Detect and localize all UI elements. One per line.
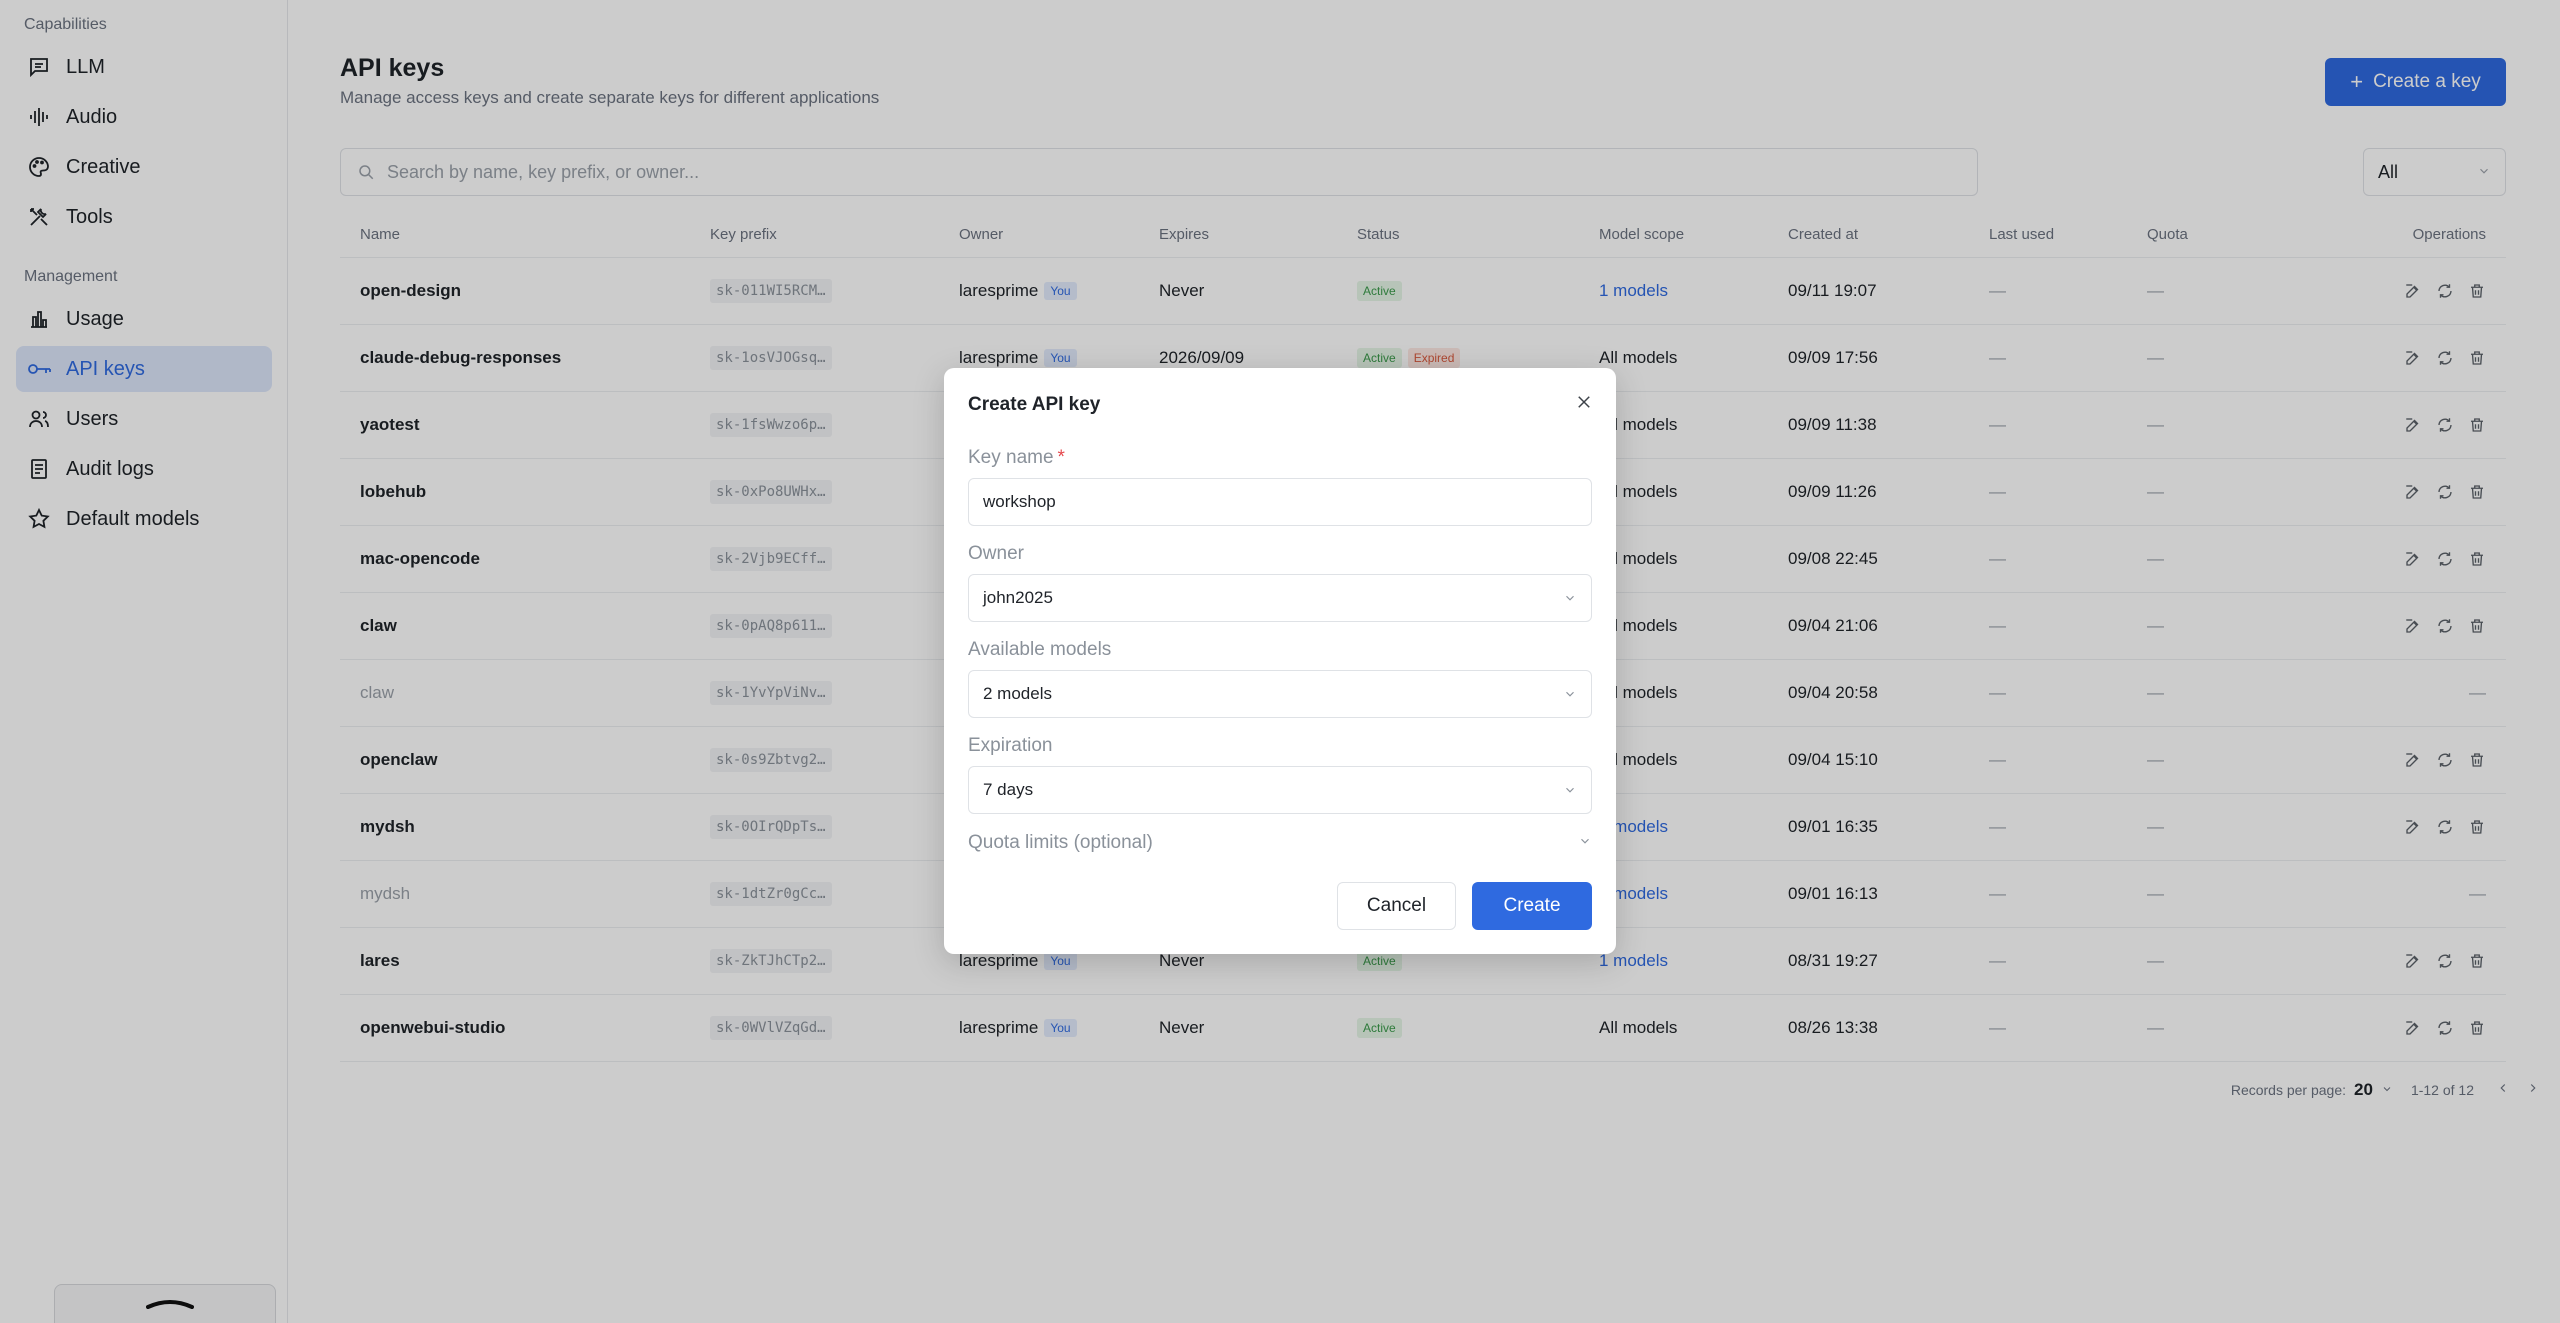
chevron-down-icon (1563, 687, 1577, 701)
owner-select[interactable]: john2025 (968, 574, 1592, 622)
create-api-key-dialog: Create API key Key name * workshop Owner … (944, 368, 1616, 954)
quota-limits-toggle[interactable]: Quota limits (optional) (968, 832, 1592, 854)
required-mark: * (1057, 447, 1065, 468)
close-icon[interactable] (1570, 388, 1598, 416)
quota-limits-label: Quota limits (optional) (968, 832, 1153, 853)
available-models-value: 2 models (983, 684, 1052, 703)
expiration-select[interactable]: 7 days (968, 766, 1592, 814)
cancel-button[interactable]: Cancel (1337, 882, 1456, 930)
owner-value: john2025 (983, 588, 1053, 607)
create-button[interactable]: Create (1472, 882, 1592, 930)
available-models-label: Available models (968, 639, 1112, 660)
owner-label: Owner (968, 543, 1024, 564)
key-name-label-text: Key name (968, 447, 1054, 468)
key-name-field[interactable]: workshop (968, 478, 1592, 526)
available-models-select[interactable]: 2 models (968, 670, 1592, 718)
expiration-label: Expiration (968, 735, 1053, 756)
chevron-down-icon (1563, 783, 1577, 797)
dialog-title: Create API key (968, 394, 1101, 415)
chevron-down-icon (1563, 591, 1577, 605)
expiration-value: 7 days (983, 780, 1034, 799)
key-name-label: Key name * (968, 447, 1065, 469)
chevron-down-icon (1578, 832, 1592, 854)
key-name-value: workshop (983, 492, 1056, 511)
